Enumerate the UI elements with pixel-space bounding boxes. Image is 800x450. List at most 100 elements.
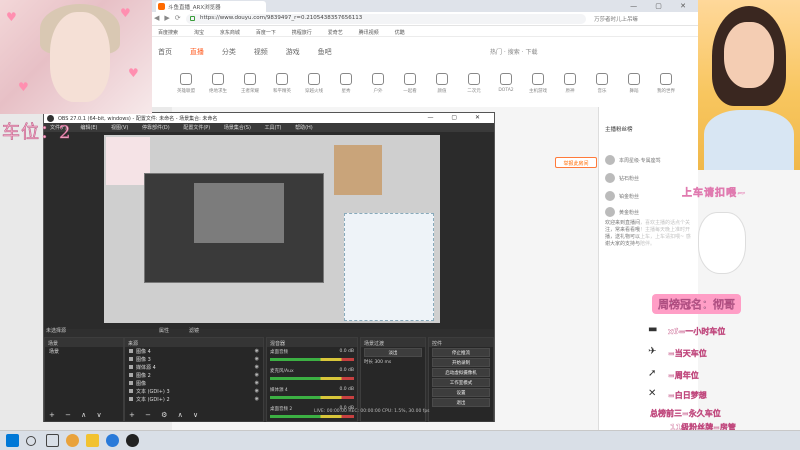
nav-video[interactable]: 视频	[254, 47, 268, 57]
category-icon	[564, 73, 576, 85]
bookmark[interactable]: 淘宝	[194, 29, 204, 36]
fan-rank-title: 主播粉丝榜	[605, 127, 633, 133]
overlay-rule: =白日梦想	[668, 391, 707, 400]
category-item[interactable]: 一起看	[396, 73, 424, 94]
category-icon	[372, 73, 384, 85]
bookmark[interactable]: 百度一下	[256, 29, 276, 36]
source-properties-button[interactable]: 属性	[159, 327, 169, 334]
nav-home[interactable]: 首页	[158, 47, 172, 57]
scenes-dock: 场景 场景 + − ∧ ∨	[44, 337, 124, 422]
category-icon	[180, 73, 192, 85]
category-row: 英雄联盟 绝地求生 王者荣耀 和平精英 穿越火线 星秀 户外 一起看 颜值 二次…	[150, 67, 698, 107]
obs-window: OBS 27.0.1 (64-bit, windows) - 配置文件: 未命名…	[43, 112, 495, 422]
obs-menu-edit[interactable]: 编辑(E)	[80, 124, 97, 131]
bunny-sticker-icon	[698, 212, 746, 274]
category-item[interactable]: 绝地求生	[204, 73, 232, 94]
obs-menu-profile[interactable]: 配置文件(P)	[183, 124, 210, 131]
source-filters-button[interactable]: 滤镜	[189, 327, 199, 334]
category-item[interactable]: 王者荣耀	[236, 73, 264, 94]
site-right-links[interactable]: 热门 · 搜索 · 下载	[490, 47, 537, 56]
task-view-icon[interactable]	[46, 434, 59, 447]
obs-menu-tools[interactable]: 工具(T)	[265, 124, 282, 131]
edge-icon[interactable]	[106, 434, 119, 447]
studio-mode-button[interactable]: 工作室模式	[432, 378, 490, 387]
url-input[interactable]: https://www.douyu.com/9839497_r=0.210543…	[186, 14, 586, 24]
obs-menubar: 文件(F) 编辑(E) 视图(V) 停靠部件(D) 配置文件(P) 场景集合(S…	[44, 123, 494, 132]
mixer-channel[interactable]: 媒体源 4 0.0 dB	[267, 385, 357, 404]
obs-menu-scene-collection[interactable]: 场景集合(S)	[224, 124, 251, 131]
category-item[interactable]: DOTA2	[492, 73, 520, 93]
bookmark[interactable]: 携程旅行	[292, 29, 312, 36]
nav-live[interactable]: 直播	[190, 47, 204, 57]
overlay-rule: =当天车位	[668, 349, 707, 358]
mixer-channel[interactable]: 桌面音频 0.0 dB	[267, 347, 357, 366]
category-item[interactable]: 原神	[556, 73, 584, 94]
source-item[interactable]: 图像 4 ◉	[125, 347, 263, 355]
source-item[interactable]: 图像 3 ◉	[125, 355, 263, 363]
category-icon	[212, 73, 224, 85]
browser-window-controls[interactable]: — ▢ ✕	[630, 2, 694, 10]
bookmark[interactable]: 腾讯视频	[359, 29, 379, 36]
category-icon	[660, 73, 672, 85]
chrome-icon[interactable]	[66, 434, 79, 447]
overlay-title: 上车请扣喂~	[682, 188, 747, 200]
avatar	[605, 155, 615, 165]
sources-dock: 来源 图像 4 ◉ 图像 3 ◉ 媒体源 4 ◉ 图像 2 ◉ 图像 ◉ 文本 (GDI+…	[124, 337, 264, 422]
stop-streaming-button[interactable]: 停止推流	[432, 348, 490, 357]
scene-dock-buttons[interactable]: + − ∧ ∨	[49, 411, 106, 419]
preview-overlay-selected[interactable]	[344, 213, 434, 321]
bookmark[interactable]: 爱奇艺	[328, 29, 343, 36]
source-item[interactable]: 媒体源 4 ◉	[125, 363, 263, 371]
source-dock-buttons[interactable]: + − ⚙ ∧ ∨	[129, 411, 202, 419]
windows-taskbar	[0, 430, 800, 450]
category-item[interactable]: 星秀	[332, 73, 360, 94]
site-nav: 首页 直播 分类 视频 游戏 鱼吧 热门 · 搜索 · 下载	[150, 37, 698, 67]
category-item[interactable]: 穿越火线	[300, 73, 328, 94]
game-icon[interactable]	[86, 434, 99, 447]
source-item[interactable]: 文本 (GDI+) 3 ◉	[125, 387, 263, 395]
source-item[interactable]: 图像 2 ◉	[125, 371, 263, 379]
nav-yuba[interactable]: 鱼吧	[318, 47, 332, 57]
heart-icon: ♥	[120, 6, 131, 20]
transition-duration[interactable]: 时长 300 ms	[361, 357, 425, 367]
category-item[interactable]: 我的世界	[652, 73, 680, 94]
left-streamer-face	[50, 12, 110, 102]
category-item[interactable]: 户外	[364, 73, 392, 94]
obs-window-controls[interactable]: — ▢ ✕	[427, 114, 488, 121]
transition-select[interactable]: 淡出	[364, 348, 422, 357]
fan-rank-item[interactable]: 本周星级·专属座驾	[605, 155, 695, 167]
eye-icon: ◉	[254, 372, 259, 378]
category-item[interactable]: 和平精英	[268, 73, 296, 94]
tab-douyu[interactable]: 斗鱼直播_ARX浏览器	[156, 1, 266, 12]
report-room-button[interactable]: 举报此房间	[555, 157, 597, 168]
category-item[interactable]: 主机游戏	[524, 73, 552, 94]
obs-menu-view[interactable]: 视图(V)	[111, 124, 128, 131]
virtual-camera-button[interactable]: 启动虚拟摄像机	[432, 368, 490, 377]
category-item[interactable]: 英雄联盟	[172, 73, 200, 94]
bookmark[interactable]: 百度搜索	[158, 29, 178, 36]
windows-start-icon[interactable]	[6, 434, 19, 447]
category-item[interactable]: 音乐	[588, 73, 616, 94]
source-item[interactable]: 图像 ◉	[125, 379, 263, 387]
nav-game[interactable]: 游戏	[286, 47, 300, 57]
nav-buttons[interactable]: ◀▶⟳	[154, 14, 186, 22]
bookmark[interactable]: 优酷	[395, 29, 405, 36]
category-item[interactable]: 舞蹈	[620, 73, 648, 94]
category-item[interactable]: 二次元	[460, 73, 488, 94]
exit-button[interactable]: 退出	[432, 398, 490, 407]
scene-item[interactable]: 场景	[45, 347, 123, 355]
start-recording-button[interactable]: 开始录制	[432, 358, 490, 367]
nav-category[interactable]: 分类	[222, 47, 236, 57]
category-icon	[244, 73, 256, 85]
source-item[interactable]: 文本 (GDI+) 2 ◉	[125, 395, 263, 403]
search-suggestion[interactable]: 万莎者时儿上吊嘛	[594, 15, 638, 23]
category-item[interactable]: 颜值	[428, 73, 456, 94]
obs-menu-help[interactable]: 帮助(H)	[295, 124, 313, 131]
category-icon	[308, 73, 320, 85]
bookmark[interactable]: 京东商城	[220, 29, 240, 36]
mixer-channel[interactable]: 麦克风/Aux 0.0 dB	[267, 366, 357, 385]
search-icon[interactable]	[26, 436, 36, 446]
obs-menu-docks[interactable]: 停靠部件(D)	[142, 124, 170, 131]
obs-icon[interactable]	[126, 434, 139, 447]
settings-button[interactable]: 设置	[432, 388, 490, 397]
